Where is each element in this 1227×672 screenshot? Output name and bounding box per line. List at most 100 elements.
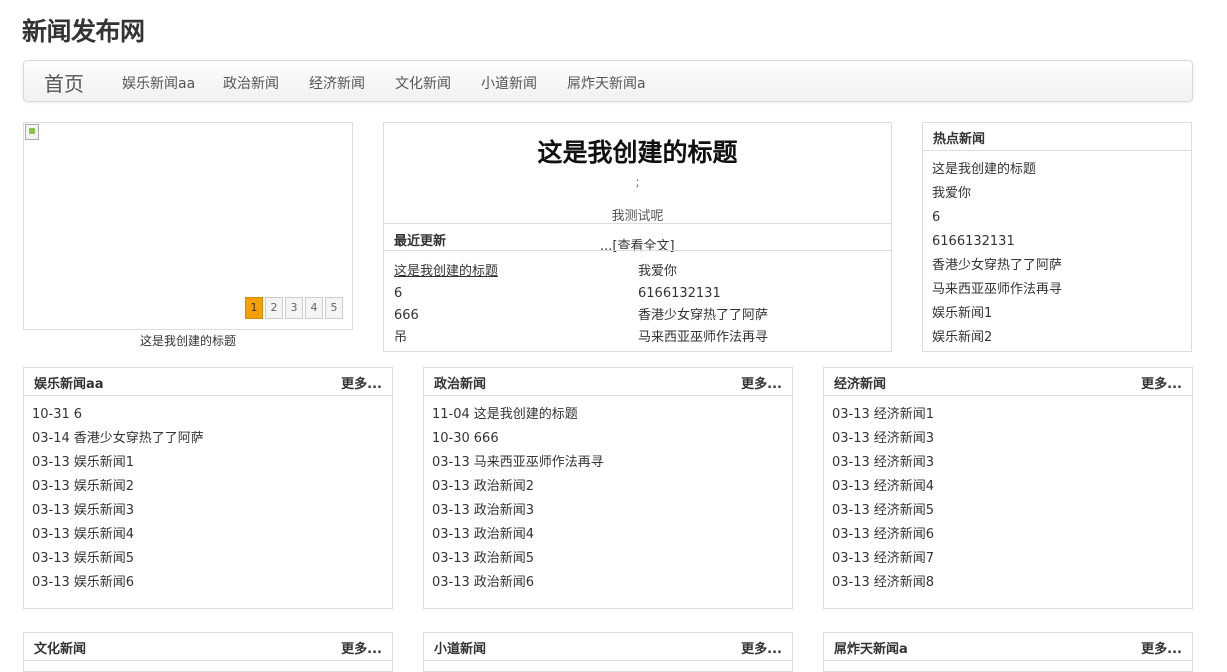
- read-full-link[interactable]: ...[查看全文]: [600, 235, 675, 254]
- hot-news-item[interactable]: 我爱你: [932, 182, 1191, 206]
- news-title: 政治新闻4: [473, 527, 535, 542]
- category-panel-entertainment: 娱乐新闻aa 更多... 10-31 6 03-14 香港少女穿热了了阿萨 03-1…: [23, 367, 393, 609]
- news-item[interactable]: 03-14 香港少女穿热了了阿萨: [32, 427, 392, 451]
- news-item[interactable]: 03-13 经济新闻3: [832, 427, 1192, 451]
- news-title: 经济新闻7: [873, 551, 935, 566]
- news-date: 03-13: [32, 479, 70, 494]
- slider-page-1[interactable]: 1: [245, 297, 263, 319]
- nav-item-economy[interactable]: 经济新闻: [309, 73, 365, 93]
- news-title: 经济新闻6: [873, 527, 935, 542]
- news-title: 政治新闻6: [473, 575, 535, 590]
- category-title: 小道新闻: [434, 642, 487, 657]
- category-news-list: 03-13 经济新闻1 03-13 经济新闻3 03-13 经济新闻3 03-13 经济…: [824, 396, 1192, 595]
- nav-item-awesome[interactable]: 屌炸天新闻a: [567, 73, 646, 93]
- news-date: 03-13: [32, 455, 70, 470]
- news-item[interactable]: 03-13 经济新闻6: [832, 523, 1192, 547]
- image-slider[interactable]: 1 2 3 4 5: [23, 122, 353, 330]
- category-header: 屌炸天新闻a 更多...: [824, 633, 1192, 661]
- feature-semicolon: ;: [635, 175, 640, 189]
- category-panel-politics: 政治新闻 更多... 11-04 这是我创建的标题 10-30 666 03-13 马…: [423, 367, 793, 609]
- news-item[interactable]: 03-13 娱乐新闻2: [32, 475, 392, 499]
- news-date: 10-30: [432, 431, 470, 446]
- nav-item-gossip[interactable]: 小道新闻: [481, 73, 537, 93]
- news-item[interactable]: 03-13 政治新闻5: [432, 547, 792, 571]
- hot-news-item[interactable]: 娱乐新闻1: [932, 302, 1191, 326]
- recent-updates-label: 最近更新: [394, 234, 447, 249]
- news-date: 03-13: [32, 527, 70, 542]
- news-item[interactable]: 03-13 经济新闻3: [832, 451, 1192, 475]
- news-date: 03-13: [32, 551, 70, 566]
- recent-item[interactable]: 马来西亚巫师作法再寻: [638, 327, 882, 349]
- recent-item[interactable]: 我爱你: [638, 261, 882, 283]
- slider-caption[interactable]: 这是我创建的标题: [23, 332, 353, 349]
- more-link[interactable]: 更多...: [341, 638, 382, 657]
- nav-item-politics[interactable]: 政治新闻: [223, 73, 279, 93]
- news-item[interactable]: 03-13 政治新闻4: [432, 523, 792, 547]
- more-link[interactable]: 更多...: [341, 373, 382, 392]
- hot-news-item[interactable]: 6166132131: [932, 230, 1191, 254]
- news-title: 6: [73, 407, 83, 422]
- feature-summary: 我测试呢: [611, 209, 664, 224]
- hot-news-item[interactable]: 娱乐新闻2: [932, 326, 1191, 350]
- news-date: 03-13: [832, 527, 870, 542]
- hot-news-item[interactable]: 6: [932, 206, 1191, 230]
- news-item[interactable]: 03-13 娱乐新闻6: [32, 571, 392, 595]
- recent-item[interactable]: 6166132131: [638, 283, 882, 305]
- category-title: 娱乐新闻aa: [34, 377, 104, 392]
- news-item[interactable]: 03-13 政治新闻2: [432, 475, 792, 499]
- news-date: 03-13: [832, 503, 870, 518]
- slider-page-2[interactable]: 2: [265, 297, 283, 319]
- nav-item-culture[interactable]: 文化新闻: [395, 73, 451, 93]
- news-item[interactable]: 03-13 娱乐新闻1: [32, 451, 392, 475]
- slider-page-3[interactable]: 3: [285, 297, 303, 319]
- news-item[interactable]: 03-13 娱乐新闻3: [32, 499, 392, 523]
- recent-item[interactable]: 这是我创建的标题: [394, 261, 638, 283]
- news-item[interactable]: 03-13 经济新闻1: [832, 403, 1192, 427]
- hot-news-item[interactable]: 香港少女穿热了了阿萨: [932, 254, 1191, 278]
- news-item[interactable]: 03-13 经济新闻7: [832, 547, 1192, 571]
- news-item[interactable]: 03-13 政治新闻3: [432, 499, 792, 523]
- news-date: 03-13: [432, 503, 470, 518]
- more-link[interactable]: 更多...: [741, 638, 782, 657]
- nav-home-link[interactable]: 首页: [44, 68, 84, 97]
- news-item[interactable]: 03-13 经济新闻5: [832, 499, 1192, 523]
- news-title: 666: [473, 431, 499, 446]
- recent-item[interactable]: 6: [394, 283, 638, 305]
- news-item[interactable]: 10-30 666: [432, 427, 792, 451]
- news-title: 经济新闻3: [873, 455, 935, 470]
- feature-divider: [384, 223, 891, 224]
- news-item[interactable]: 03-13 娱乐新闻5: [32, 547, 392, 571]
- news-title: 政治新闻3: [473, 503, 535, 518]
- news-item[interactable]: 11-04 这是我创建的标题: [432, 403, 792, 427]
- news-title: 经济新闻8: [873, 575, 935, 590]
- news-date: 03-13: [832, 479, 870, 494]
- more-link[interactable]: 更多...: [1141, 373, 1182, 392]
- news-item[interactable]: 03-13 政治新闻6: [432, 571, 792, 595]
- news-item[interactable]: 03-13 经济新闻8: [832, 571, 1192, 595]
- news-item[interactable]: 03-13 经济新闻4: [832, 475, 1192, 499]
- category-news-list: 10-31 6 03-14 香港少女穿热了了阿萨 03-13 娱乐新闻1 03-13 娱…: [24, 396, 392, 595]
- news-title: 马来西亚巫师作法再寻: [473, 455, 604, 470]
- news-title: 娱乐新闻1: [73, 455, 135, 470]
- category-header: 小道新闻 更多...: [424, 633, 792, 661]
- hot-news-item[interactable]: 马来西亚巫师作法再寻: [932, 278, 1191, 302]
- recent-item[interactable]: 吊: [394, 327, 638, 349]
- slider-page-5[interactable]: 5: [325, 297, 343, 319]
- more-link[interactable]: 更多...: [741, 373, 782, 392]
- recent-item[interactable]: 香港少女穿热了了阿萨: [638, 305, 882, 327]
- news-item[interactable]: 03-13 娱乐新闻4: [32, 523, 392, 547]
- news-date: 03-13: [432, 527, 470, 542]
- recent-item[interactable]: 666: [394, 305, 638, 327]
- news-item[interactable]: 10-31 6: [32, 403, 392, 427]
- news-item[interactable]: 03-13 马来西亚巫师作法再寻: [432, 451, 792, 475]
- nav-item-entertainment[interactable]: 娱乐新闻aa: [122, 73, 195, 93]
- slider-page-4[interactable]: 4: [305, 297, 323, 319]
- news-date: 03-14: [32, 431, 70, 446]
- hot-news-item[interactable]: 这是我创建的标题: [932, 158, 1191, 182]
- news-date: 03-13: [432, 479, 470, 494]
- news-title: 政治新闻5: [473, 551, 535, 566]
- news-title: 政治新闻2: [473, 479, 535, 494]
- news-date: 03-13: [432, 551, 470, 566]
- feature-title[interactable]: 这是我创建的标题: [384, 133, 891, 169]
- more-link[interactable]: 更多...: [1141, 638, 1182, 657]
